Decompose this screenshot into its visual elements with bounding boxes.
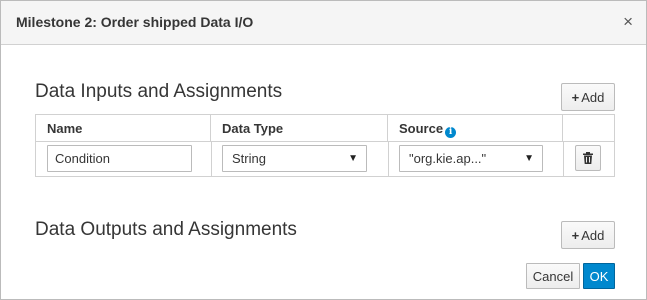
inputs-section-title: Data Inputs and Assignments (35, 81, 283, 102)
ok-button[interactable]: OK (583, 263, 615, 289)
name-input[interactable]: Condition (47, 145, 192, 172)
dialog-header: Milestone 2: Order shipped Data I/O × (1, 1, 646, 45)
source-select[interactable]: "org.kie.ap..." ▼ (399, 145, 543, 172)
add-input-label: Add (581, 89, 605, 105)
add-output-label: Add (581, 227, 605, 243)
column-divider (563, 142, 564, 177)
cancel-button[interactable]: Cancel (526, 263, 580, 289)
add-output-button[interactable]: + Add (561, 221, 615, 249)
add-input-button[interactable]: + Add (561, 83, 615, 111)
caret-down-icon: ▼ (348, 153, 358, 164)
data-io-dialog: Milestone 2: Order shipped Data I/O × Da… (0, 0, 647, 300)
column-header-actions (563, 115, 614, 142)
delete-row-button[interactable] (575, 145, 601, 171)
data-type-select[interactable]: String ▼ (222, 145, 367, 172)
source-value: "org.kie.ap..." (409, 151, 487, 166)
column-header-data-type: Data Type (211, 115, 388, 142)
column-divider (211, 142, 212, 177)
data-type-value: String (232, 151, 266, 166)
plus-icon: + (571, 89, 580, 105)
outputs-section-title: Data Outputs and Assignments (35, 219, 297, 240)
column-divider (388, 142, 389, 177)
plus-icon: + (571, 227, 580, 243)
inputs-table-header: Name Data Type Source i (36, 115, 614, 142)
trash-icon (583, 152, 593, 164)
column-header-source: Source i (388, 115, 563, 142)
column-header-name: Name (36, 115, 211, 142)
column-header-source-label: Source (399, 121, 444, 136)
close-icon[interactable]: × (623, 12, 633, 32)
caret-down-icon: ▼ (524, 153, 534, 164)
dialog-title: Milestone 2: Order shipped Data I/O (16, 14, 254, 30)
info-icon[interactable]: i (445, 127, 457, 138)
